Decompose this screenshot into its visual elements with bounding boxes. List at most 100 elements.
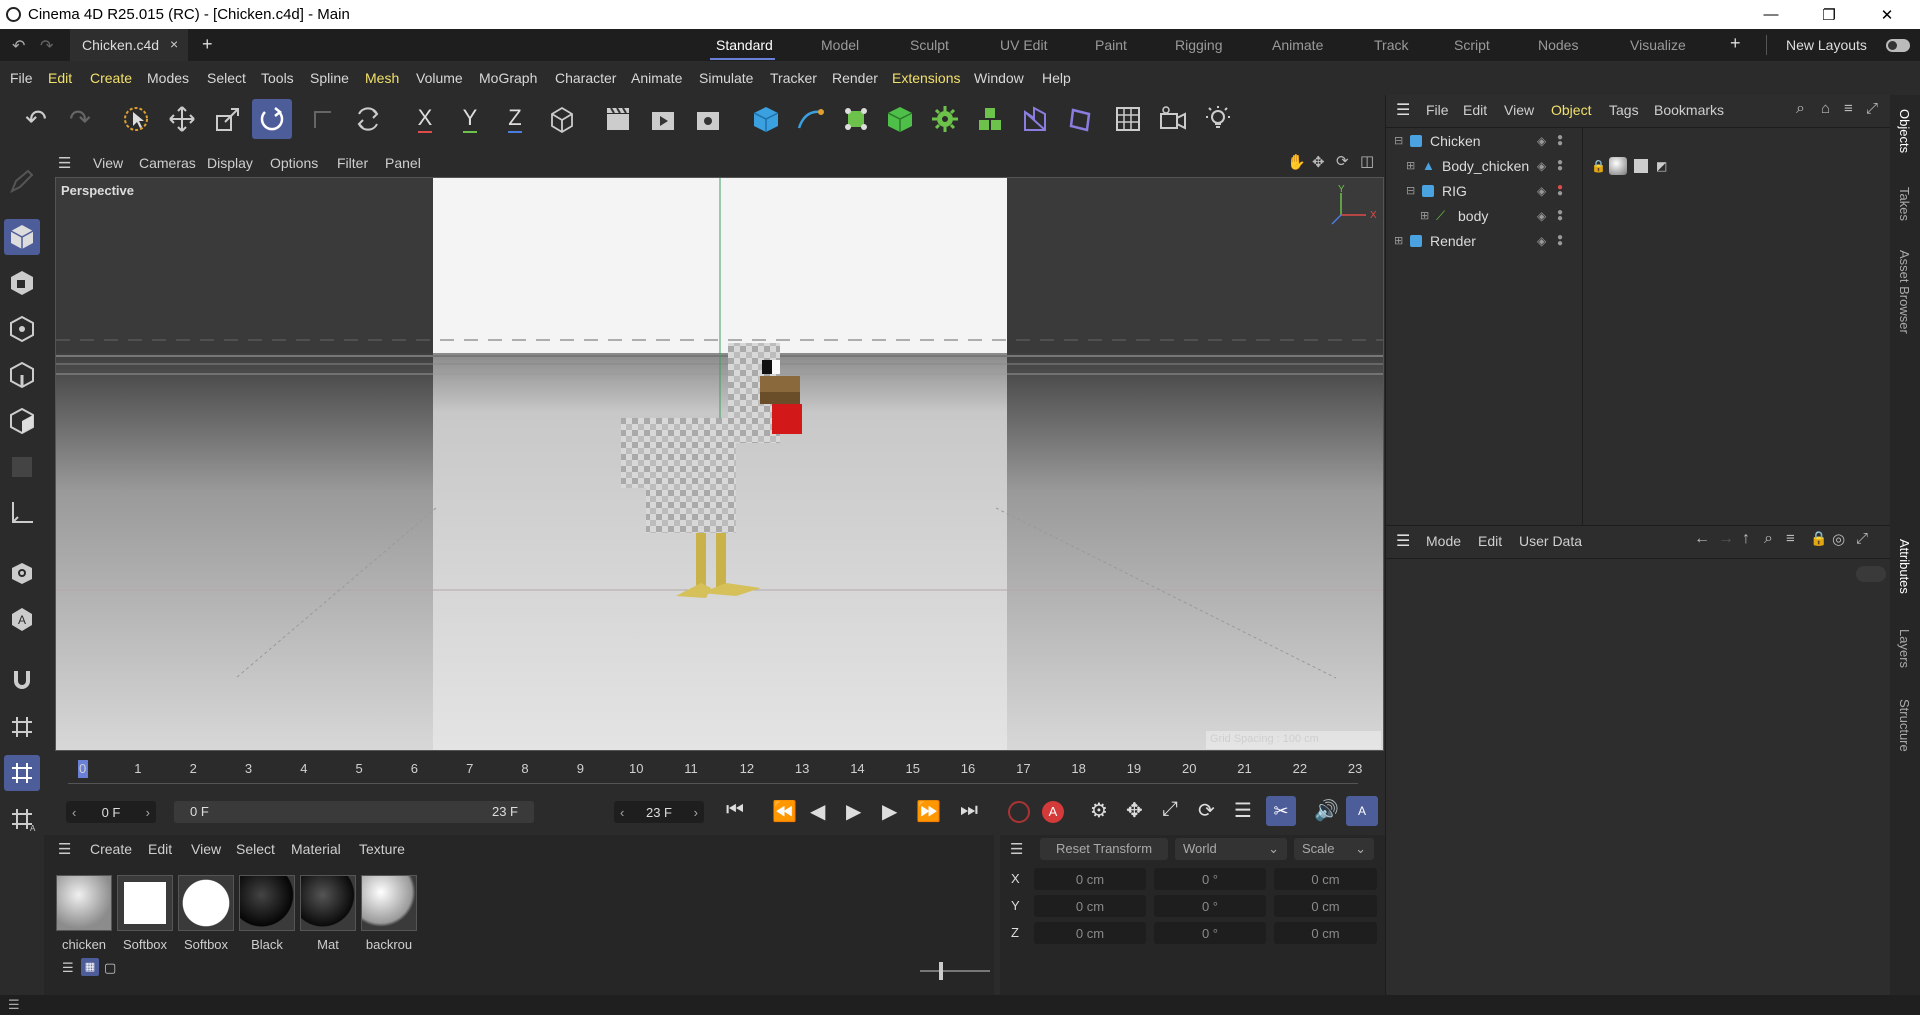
y-axis-lock-button[interactable]: Y — [450, 99, 490, 139]
layout-tab-model[interactable]: Model — [821, 37, 859, 53]
viewport-menu-panel[interactable]: Panel — [385, 155, 421, 171]
keyframe-settings-icon[interactable]: ⚙ — [1090, 798, 1108, 823]
key-rotation-icon[interactable]: ⟳ — [1198, 798, 1215, 823]
menu-modes[interactable]: Modes — [147, 70, 189, 86]
expand-panel-icon[interactable]: ⤢ — [1856, 530, 1868, 547]
menu-animate[interactable]: Animate — [631, 70, 682, 86]
redo-icon[interactable]: ↷ — [40, 36, 53, 56]
position-y-field[interactable]: 0 cm — [1034, 895, 1146, 917]
menu-mograph[interactable]: MoGraph — [479, 70, 537, 86]
field-button[interactable] — [1060, 99, 1100, 139]
materials-menu-create[interactable]: Create — [90, 841, 132, 857]
zoom-slider-handle[interactable] — [939, 962, 943, 980]
menu-help[interactable]: Help — [1042, 70, 1071, 86]
attribute-toggle[interactable] — [1856, 566, 1886, 582]
key-parameter-icon[interactable]: ☰ — [1234, 798, 1252, 823]
close-tab-icon[interactable]: × — [170, 36, 178, 52]
rotation-x-field[interactable]: 0 ° — [1154, 868, 1266, 890]
viewport-menu-options[interactable]: Options — [270, 155, 318, 171]
autokey-icon[interactable]: A — [1042, 801, 1064, 823]
side-tab-asset-browser[interactable]: Asset Browser — [1897, 250, 1912, 334]
undo-icon[interactable]: ↶ — [12, 36, 25, 56]
viewport-menu-view[interactable]: View — [93, 155, 123, 171]
go-to-start-icon[interactable]: ⏮ — [726, 799, 744, 822]
cube-object-button[interactable] — [746, 99, 786, 139]
axis-mode-button[interactable] — [4, 495, 40, 531]
menu-tracker[interactable]: Tracker — [770, 70, 817, 86]
object-row-chicken[interactable]: ⊟ Chicken ◈ ● ● — [1386, 128, 1891, 153]
timeline-ruler[interactable]: 0 1 2 3 4 5 6 7 8 9 10 11 12 13 14 15 16 17 18 19 20 21 22 23 — [44, 753, 1384, 793]
key-position-icon[interactable]: ✥ — [1126, 798, 1143, 823]
timeline-mode-button[interactable]: A — [1346, 796, 1378, 826]
back-arrow-icon[interactable]: ← — [1694, 530, 1710, 548]
model-mode-button[interactable] — [4, 219, 40, 255]
play-icon[interactable]: ▶ — [846, 799, 861, 824]
visibility-dots[interactable]: ● ● — [1557, 232, 1563, 248]
expand-icon[interactable]: ⊞ — [1420, 209, 1429, 222]
move-view-icon[interactable]: ✥ — [1312, 153, 1325, 171]
layout-tab-nodes[interactable]: Nodes — [1538, 37, 1578, 53]
layout-tab-uv-edit[interactable]: UV Edit — [1000, 37, 1047, 53]
material-swatch-chicken[interactable] — [56, 875, 112, 931]
side-tab-structure[interactable]: Structure — [1897, 699, 1912, 752]
material-swatch-softbox-1[interactable] — [117, 875, 173, 931]
extrude-button[interactable] — [880, 99, 920, 139]
menu-mesh[interactable]: Mesh — [365, 70, 399, 86]
end-frame-field[interactable]: ‹ 23 F › — [614, 801, 704, 823]
objects-menu-file[interactable]: File — [1426, 102, 1449, 118]
subdivision-surface-button[interactable] — [836, 99, 876, 139]
side-tab-layers[interactable]: Layers — [1897, 629, 1912, 668]
snap-button[interactable] — [4, 661, 40, 697]
add-tab-button[interactable]: + — [202, 34, 213, 55]
new-layouts-dropdown[interactable]: New Layouts — [1786, 37, 1867, 53]
viewport-menu-display[interactable]: Display — [207, 155, 253, 171]
layout-tab-paint[interactable]: Paint — [1095, 37, 1127, 53]
render-settings-button[interactable] — [688, 99, 728, 139]
side-tab-takes[interactable]: Takes — [1897, 187, 1912, 221]
attributes-menu-user-data[interactable]: User Data — [1519, 533, 1582, 549]
weight-tag-icon[interactable]: ◩ — [1656, 159, 1667, 173]
menu-edit[interactable]: Edit — [48, 70, 72, 86]
attributes-hamburger-icon[interactable]: ☰ — [1396, 531, 1410, 551]
scale-y-field[interactable]: 0 cm — [1274, 895, 1377, 917]
forward-arrow-icon[interactable]: → — [1718, 530, 1734, 548]
coordinate-system-button[interactable] — [542, 99, 582, 139]
layer-icon[interactable]: ◈ — [1537, 234, 1546, 248]
frame-range-slider[interactable]: 0 F 23 F — [174, 801, 534, 823]
material-swatch-mat[interactable] — [300, 875, 356, 931]
target-icon[interactable]: ◎ — [1832, 530, 1845, 548]
coords-hamburger-icon[interactable]: ☰ — [1010, 840, 1023, 858]
pan-view-icon[interactable]: ✋ — [1287, 153, 1306, 171]
material-swatch-backround[interactable] — [361, 875, 417, 931]
position-x-field[interactable]: 0 cm — [1034, 868, 1146, 890]
objects-hamburger-icon[interactable]: ☰ — [1396, 100, 1410, 120]
key-scale-icon[interactable]: ⤢ — [1162, 798, 1178, 821]
materials-menu-material[interactable]: Material — [291, 841, 341, 857]
visibility-dots[interactable]: ● ● — [1557, 157, 1563, 173]
objects-menu-tags[interactable]: Tags — [1609, 102, 1639, 118]
camera-button[interactable] — [1153, 99, 1193, 139]
menu-create[interactable]: Create — [90, 70, 132, 86]
side-tab-attributes[interactable]: Attributes — [1897, 539, 1912, 594]
previous-frame-icon[interactable]: ◀ — [810, 799, 825, 824]
layout-toggle[interactable] — [1886, 39, 1910, 52]
polygons-mode-button[interactable] — [4, 403, 40, 439]
render-view-button[interactable] — [598, 99, 638, 139]
objects-menu-bookmarks[interactable]: Bookmarks — [1654, 102, 1724, 118]
search-icon[interactable]: ⌕ — [1796, 100, 1805, 118]
objects-menu-view[interactable]: View — [1504, 102, 1534, 118]
rotation-z-field[interactable]: 0 ° — [1154, 922, 1266, 944]
list-view-icon[interactable]: ☰ — [62, 960, 74, 976]
lock-icon[interactable]: 🔒 — [1810, 530, 1827, 547]
lock-tag-icon[interactable]: 🔒 — [1591, 159, 1606, 173]
object-row-body-chicken[interactable]: ⊞ ▲ Body_chicken ◈ ● ● 🔒 ◩ — [1386, 153, 1891, 178]
menu-select[interactable]: Select — [207, 70, 246, 86]
current-frame-field[interactable]: ‹ 0 F › — [66, 801, 156, 823]
collapse-icon[interactable]: ⊟ — [1406, 184, 1415, 197]
material-swatch-softbox-2[interactable] — [178, 875, 234, 931]
previous-key-icon[interactable]: ⏪ — [772, 799, 797, 824]
mograph-button[interactable] — [970, 99, 1010, 139]
next-key-icon[interactable]: ⏩ — [916, 799, 941, 824]
perspective-viewport[interactable]: Perspective Y X Grid Spacing : 100 cm — [55, 177, 1384, 751]
rotation-y-field[interactable]: 0 ° — [1154, 895, 1266, 917]
